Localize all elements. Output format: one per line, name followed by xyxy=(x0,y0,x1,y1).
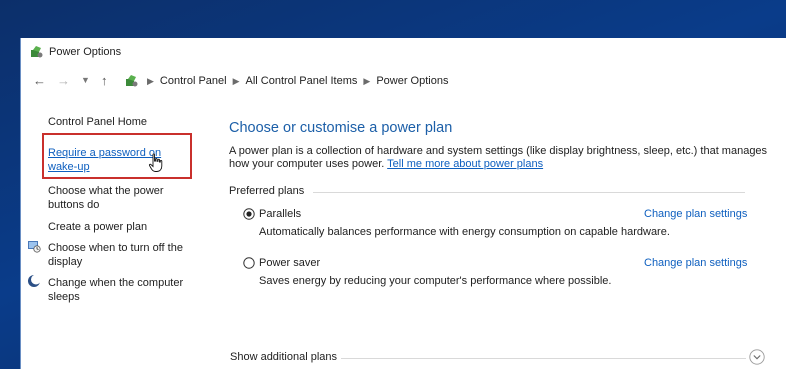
sidebar-item-label: Choose what the power xyxy=(48,185,164,197)
up-arrow-icon[interactable]: ↑ xyxy=(101,74,108,88)
radio-power-saver[interactable] xyxy=(243,257,255,269)
sidebar-item-label: Require a password on xyxy=(48,147,162,159)
sidebar-require-password-link[interactable]: Require a password on wake-up xyxy=(48,146,198,174)
expand-chevron-icon[interactable] xyxy=(749,349,765,365)
breadcrumb-power-options[interactable]: Power Options xyxy=(376,75,448,87)
sidebar-computer-sleeps-link[interactable]: Change when the computer sleeps xyxy=(48,276,198,304)
sidebar-item-label: Choose when to turn off the xyxy=(48,242,183,254)
power-options-window: Power Options ← → ▼ ↑ ▶ Control Panel ▶ All… xyxy=(20,38,786,369)
section-divider xyxy=(313,192,745,193)
title-bar: Power Options xyxy=(21,38,786,66)
breadcrumb-all-items[interactable]: All Control Panel Items xyxy=(246,75,358,87)
sidebar-item-label: display xyxy=(48,256,83,268)
plan-name-power-saver[interactable]: Power saver xyxy=(259,257,320,269)
sidebar-item-label: sleeps xyxy=(48,291,80,303)
forward-arrow-icon[interactable]: → xyxy=(57,74,70,88)
sidebar-power-buttons-link[interactable]: Choose what the power buttons do xyxy=(48,184,198,212)
window-title: Power Options xyxy=(49,46,122,58)
breadcrumb-separator-icon: ▶ xyxy=(147,76,154,86)
breadcrumb: ▶ Control Panel ▶ All Control Panel Items ▶ P… xyxy=(141,75,448,87)
section-divider xyxy=(341,358,746,359)
radio-parallels[interactable] xyxy=(243,208,255,220)
change-plan-settings-link[interactable]: Change plan settings xyxy=(644,257,747,269)
show-additional-plans-label[interactable]: Show additional plans xyxy=(230,351,337,363)
address-bar: ← → ▼ ↑ ▶ Control Panel ▶ All Control Panel… xyxy=(21,70,786,94)
sidebar-item-label: Change when the computer xyxy=(48,277,184,289)
breadcrumb-control-panel[interactable]: Control Panel xyxy=(160,75,227,87)
plan-name-parallels[interactable]: Parallels xyxy=(259,208,301,220)
power-options-icon xyxy=(31,46,43,58)
back-arrow-icon[interactable]: ← xyxy=(33,74,46,88)
sidebar-item-label: buttons do xyxy=(48,199,100,211)
page-description: A power plan is a collection of hardware… xyxy=(229,145,769,171)
breadcrumb-separator-icon[interactable]: ▶ xyxy=(233,76,240,86)
recent-locations-chevron-icon[interactable]: ▼ xyxy=(81,73,90,87)
sidebar-control-panel-home[interactable]: Control Panel Home xyxy=(48,115,198,129)
hand-cursor-icon xyxy=(148,153,163,172)
plan-description: Saves energy by reducing your computer's… xyxy=(259,275,612,287)
moon-sleep-icon xyxy=(28,274,41,287)
plan-description: Automatically balances performance with … xyxy=(259,226,670,238)
learn-more-link[interactable]: Tell me more about power plans xyxy=(387,158,543,170)
sidebar-create-plan-link[interactable]: Create a power plan xyxy=(48,220,198,234)
sidebar-item-label: Create a power plan xyxy=(48,221,148,233)
change-plan-settings-link[interactable]: Change plan settings xyxy=(644,208,747,220)
control-panel-icon xyxy=(126,75,138,87)
preferred-plans-label: Preferred plans xyxy=(229,185,305,197)
sidebar-item-label: wake-up xyxy=(48,161,90,173)
breadcrumb-separator-icon[interactable]: ▶ xyxy=(363,76,370,86)
display-clock-icon xyxy=(28,241,41,253)
page-title: Choose or customise a power plan xyxy=(229,120,453,136)
content-area: Control Panel Home Require a password on… xyxy=(21,98,786,369)
sidebar-display-off-link[interactable]: Choose when to turn off the display xyxy=(48,241,198,269)
